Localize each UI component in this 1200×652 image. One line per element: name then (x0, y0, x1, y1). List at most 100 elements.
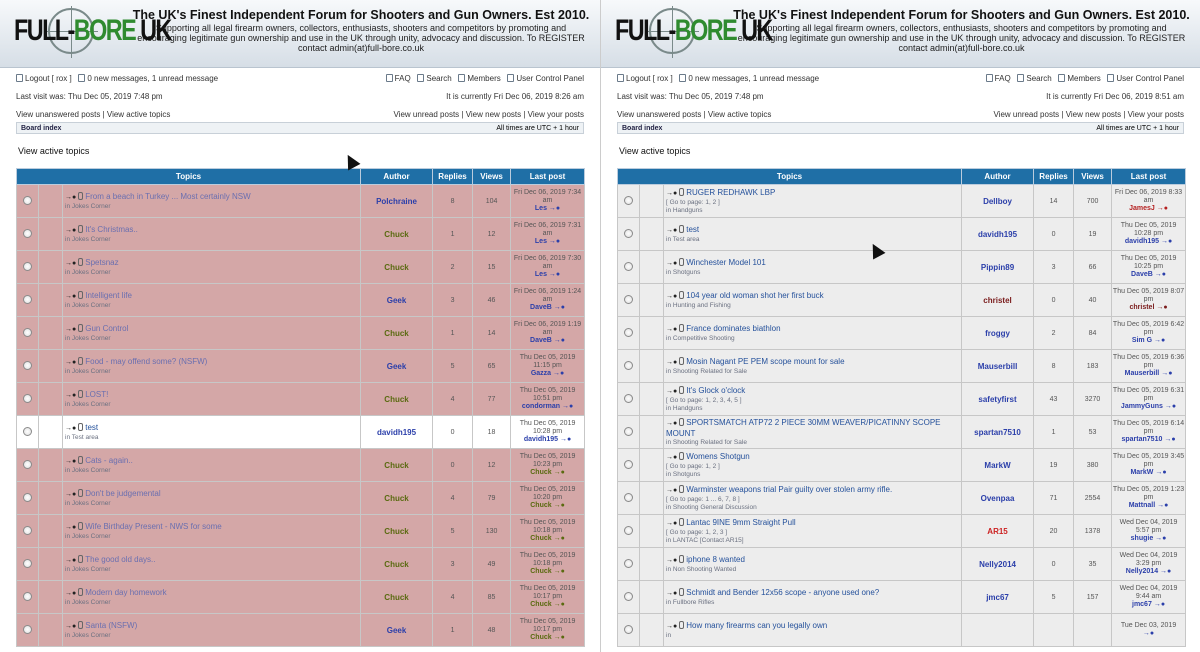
view-post-icon[interactable]: →● (1143, 630, 1154, 637)
topic-forum[interactable]: in Competitive Shooting (666, 335, 961, 343)
topic-pagination[interactable]: [ Go to page: 1, 2, 3 ] (666, 529, 961, 537)
newest-post-icon[interactable]: →● (666, 420, 677, 427)
newest-post-icon[interactable]: →● (666, 454, 677, 461)
last-post-author[interactable]: davidh195 →● (1112, 238, 1185, 246)
newest-post-icon[interactable]: →● (666, 227, 677, 234)
messages-link[interactable]: 0 new messages, 1 unread message (87, 74, 218, 83)
view-post-icon[interactable]: →● (1157, 205, 1168, 212)
topic-title[interactable]: Mosin Nagant PE PEM scope mount for sale (686, 357, 844, 366)
topic-forum[interactable]: in Hunting and Fishing (666, 302, 961, 310)
col-topics[interactable]: Topics (616, 168, 963, 185)
col-last-post[interactable]: Last post (1111, 168, 1187, 185)
topic-title[interactable]: iphone 8 wanted (686, 555, 745, 564)
newest-post-icon[interactable]: →● (65, 392, 76, 399)
topic-title[interactable]: It's Glock o'clock (686, 386, 745, 395)
newest-post-icon[interactable]: →● (65, 260, 76, 267)
topic-author[interactable]: Nelly2014 (961, 547, 1035, 581)
topic-author[interactable]: davidh195 (961, 217, 1035, 251)
topic-title[interactable]: SPORTSMATCH ATP72 2 PIECE 30MM WEAVER/PI… (666, 418, 941, 438)
topic-author[interactable]: Geek (360, 349, 434, 383)
view-post-icon[interactable]: →● (1155, 469, 1166, 476)
faq-link[interactable]: FAQ (995, 74, 1011, 83)
view-post-icon[interactable]: →● (549, 271, 560, 278)
last-post-author[interactable]: Mattnall →● (1112, 502, 1185, 510)
newest-post-icon[interactable]: →● (666, 520, 677, 527)
topic-forum[interactable]: in Jokes Corner (65, 236, 360, 244)
view-post-icon[interactable]: →● (1161, 370, 1172, 377)
topic-forum[interactable]: in Jokes Corner (65, 566, 360, 574)
view-post-icon[interactable]: →● (554, 634, 565, 641)
members-link[interactable]: Members (1067, 74, 1100, 83)
newest-post-icon[interactable]: →● (65, 458, 76, 465)
last-post-author[interactable]: Chuck →● (511, 469, 584, 477)
newest-post-icon[interactable]: →● (666, 260, 677, 267)
newest-post-icon[interactable]: →● (65, 425, 76, 432)
newest-post-icon[interactable]: →● (666, 293, 677, 300)
topic-forum[interactable]: in Jokes Corner (65, 401, 360, 409)
view-post-icon[interactable]: →● (562, 403, 573, 410)
last-post-author[interactable]: DaveB →● (511, 337, 584, 345)
topic-forum[interactable]: in Handguns (666, 207, 961, 215)
last-post-author[interactable]: christel →● (1112, 304, 1185, 312)
topic-title[interactable]: Lantac 9INE 9mm Straight Pull (686, 518, 795, 527)
view-post-icon[interactable]: →● (554, 502, 565, 509)
newest-post-icon[interactable]: →● (666, 190, 677, 197)
new-posts-link[interactable]: View new posts (466, 110, 521, 119)
topic-author[interactable]: christel (961, 283, 1035, 317)
view-post-icon[interactable]: →● (553, 370, 564, 377)
topic-pagination[interactable]: [ Go to page: 1, 2 ] (666, 463, 961, 471)
topic-title[interactable]: Cats - again.. (85, 456, 133, 465)
topic-forum[interactable]: in Jokes Corner (65, 302, 360, 310)
view-post-icon[interactable]: →● (1155, 535, 1166, 542)
topic-forum[interactable]: in Jokes Corner (65, 632, 360, 640)
view-post-icon[interactable]: →● (1157, 502, 1168, 509)
last-post-author[interactable]: Les →● (511, 238, 584, 246)
last-post-author[interactable]: JamesJ →● (1112, 205, 1185, 213)
topic-forum[interactable]: in Shooting Related for Sale (666, 368, 961, 376)
topic-title[interactable]: Food - may offend some? (NSFW) (85, 357, 207, 366)
topic-pagination[interactable]: [ Go to page: 1, 2, 3, 4, 5 ] (666, 397, 961, 405)
topic-title[interactable]: Gun Control (85, 324, 128, 333)
view-post-icon[interactable]: →● (560, 436, 571, 443)
last-post-author[interactable]: davidh195 →● (511, 436, 584, 444)
newest-post-icon[interactable]: →● (65, 326, 76, 333)
board-index-link[interactable]: Board index (21, 125, 61, 132)
topic-title[interactable]: Santa (NSFW) (85, 621, 137, 630)
topic-forum[interactable]: in Shotguns (666, 471, 961, 479)
topic-pagination[interactable]: [ Go to page: 1, 2 ] (666, 199, 961, 207)
unread-link[interactable]: View unread posts (994, 110, 1060, 119)
last-post-author[interactable]: spartan7510 →● (1112, 436, 1185, 444)
topic-forum[interactable]: in (666, 632, 961, 640)
last-post-author[interactable]: Mauserbill →● (1112, 370, 1185, 378)
ucp-link[interactable]: User Control Panel (516, 74, 584, 83)
last-post-author[interactable]: DaveB →● (511, 304, 584, 312)
topic-author[interactable]: safetyfirst (961, 382, 1035, 416)
topic-forum[interactable]: in Non Shooting Wanted (666, 566, 961, 574)
col-author[interactable]: Author (360, 168, 434, 185)
last-post-author[interactable]: Gazza →● (511, 370, 584, 378)
view-post-icon[interactable]: →● (554, 568, 565, 575)
topic-forum[interactable]: in Jokes Corner (65, 533, 360, 541)
board-index-link[interactable]: Board index (622, 125, 662, 132)
topic-title[interactable]: Schmidt and Bender 12x56 scope - anyone … (686, 588, 879, 597)
search-link[interactable]: Search (1026, 74, 1051, 83)
search-link[interactable]: Search (426, 74, 451, 83)
view-post-icon[interactable]: →● (554, 337, 565, 344)
members-link[interactable]: Members (467, 74, 500, 83)
newest-post-icon[interactable]: →● (666, 623, 677, 630)
topic-title[interactable]: Warminster weapons trial Pair guilty ove… (686, 485, 892, 494)
newest-post-icon[interactable]: →● (65, 491, 76, 498)
topic-title[interactable]: test (85, 423, 98, 432)
col-author[interactable]: Author (961, 168, 1035, 185)
newest-post-icon[interactable]: →● (65, 623, 76, 630)
last-post-author[interactable]: Nelly2014 →● (1112, 568, 1185, 576)
topic-forum[interactable]: in Fullbore Rifles (666, 599, 961, 607)
new-posts-link[interactable]: View new posts (1066, 110, 1121, 119)
topic-author[interactable]: AR15 (961, 514, 1035, 548)
col-replies[interactable]: Replies (1033, 168, 1075, 185)
messages-link[interactable]: 0 new messages, 1 unread message (688, 74, 819, 83)
topic-forum[interactable]: in LANTAC [Contact AR15] (666, 537, 961, 545)
last-post-author[interactable]: →● (1112, 630, 1185, 638)
view-post-icon[interactable]: →● (1164, 436, 1175, 443)
last-post-author[interactable]: JammyGuns →● (1112, 403, 1185, 411)
